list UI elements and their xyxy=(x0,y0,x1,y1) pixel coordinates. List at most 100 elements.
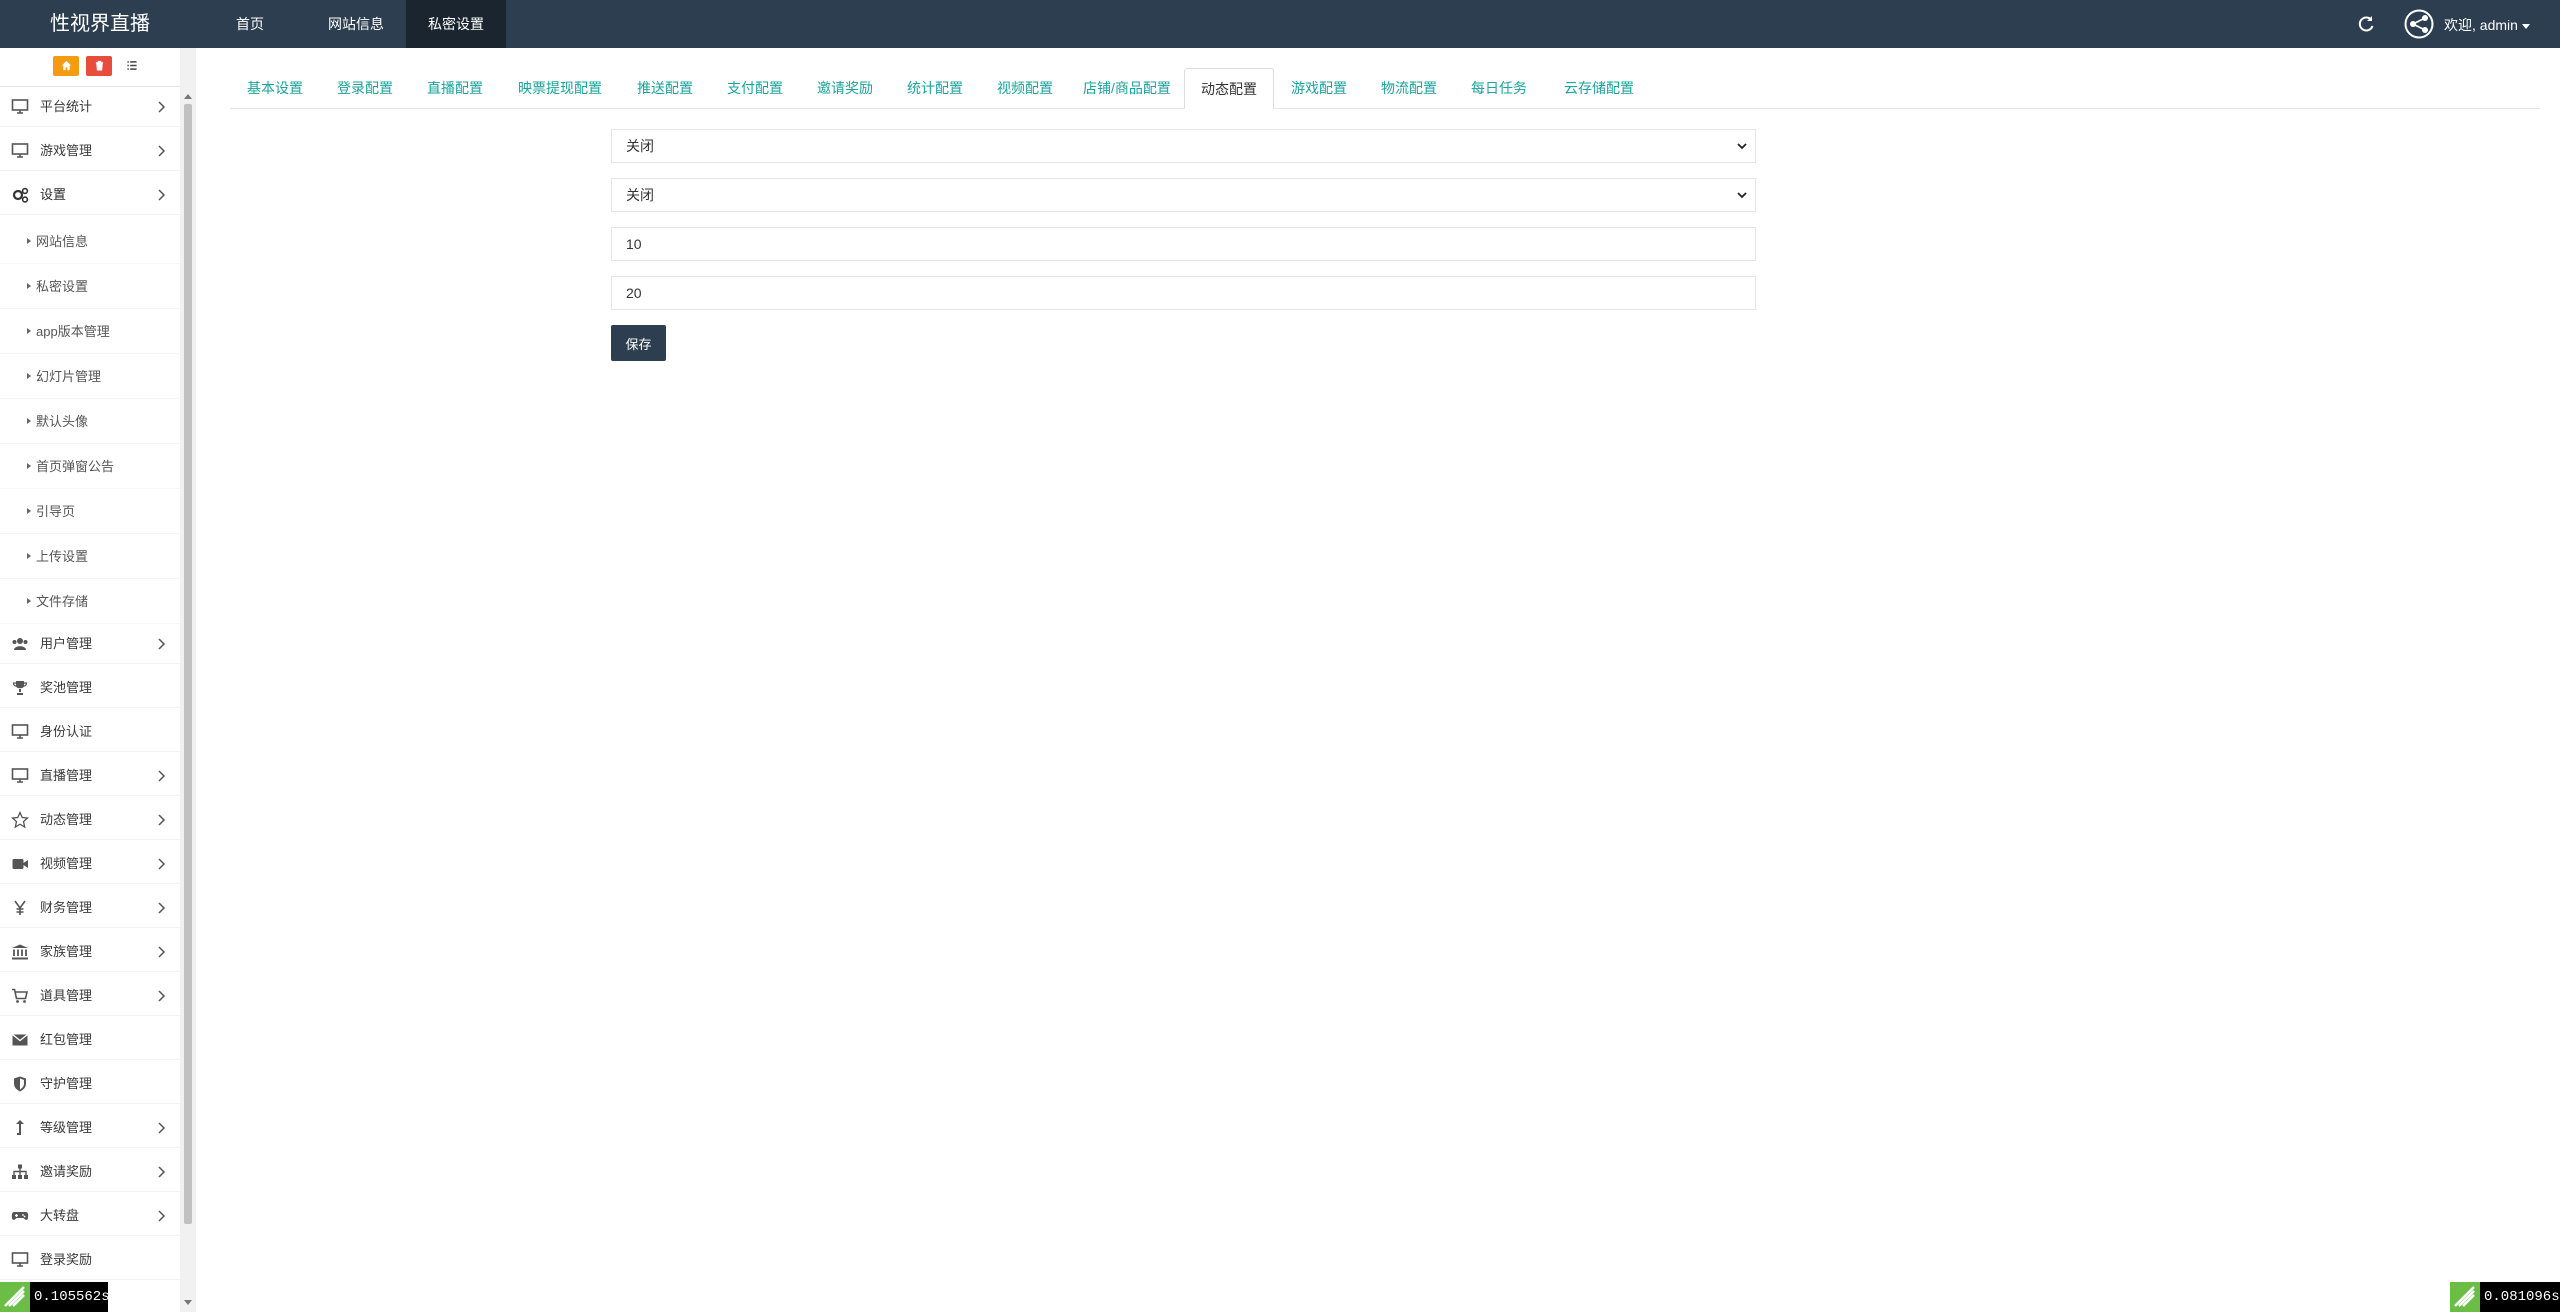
brand-logo-text[interactable]: 性视界直播 xyxy=(0,0,200,48)
settings-tab-7[interactable]: 统计配置 xyxy=(890,68,980,108)
topnav-home[interactable]: 首页 xyxy=(218,0,282,48)
scrollbar-thumb[interactable] xyxy=(184,104,192,1224)
list-shortcut-button[interactable] xyxy=(119,56,145,76)
debug-time-right: 0.081096s xyxy=(2484,1289,2560,1305)
sidebar-item-4[interactable]: 奖池管理 xyxy=(0,668,180,708)
refresh-icon[interactable] xyxy=(2356,14,2376,34)
sidebar-icon-wrap xyxy=(10,142,30,160)
sidebar-item-label: 登录奖励 xyxy=(40,1252,93,1267)
sidebar-subitem-0[interactable]: 网站信息 xyxy=(0,219,180,264)
sidebar-icon-wrap xyxy=(10,767,30,785)
sidebar-item-15[interactable]: 邀请奖励 xyxy=(0,1152,180,1192)
topnav-site-info[interactable]: 网站信息 xyxy=(316,0,396,48)
debug-time-left: 0.105562s xyxy=(34,1289,110,1305)
settings-tab-9[interactable]: 店铺/商品配置 xyxy=(1070,68,1184,108)
settings-tab-14[interactable]: 云存储配置 xyxy=(1544,68,1654,108)
sidebar-subitem-5[interactable]: 首页弹窗公告 xyxy=(0,444,180,489)
list-icon xyxy=(127,61,137,70)
desktop-icon xyxy=(11,724,29,739)
topnav-private-settings[interactable]: 私密设置 xyxy=(406,0,506,48)
sidebar-subitem-label: 引导页 xyxy=(36,504,76,519)
sidebar-icon-wrap xyxy=(10,899,30,917)
sidebar-item-6[interactable]: 直播管理 xyxy=(0,756,180,796)
settings-tab-13[interactable]: 每日任务 xyxy=(1454,68,1544,108)
sidebar-item-12[interactable]: 红包管理 xyxy=(0,1020,180,1060)
sidebar-item-7[interactable]: 动态管理 xyxy=(0,800,180,840)
settings-tab-6[interactable]: 邀请奖励 xyxy=(800,68,890,108)
chevron-right-icon xyxy=(158,902,166,914)
settings-tab-8[interactable]: 视频配置 xyxy=(980,68,1070,108)
thinkphp-logo-icon xyxy=(0,1282,30,1312)
chevron-right-icon xyxy=(158,1122,166,1134)
sidebar-subitem-6[interactable]: 引导页 xyxy=(0,489,180,534)
settings-tab-12[interactable]: 物流配置 xyxy=(1364,68,1454,108)
settings-tab-4[interactable]: 推送配置 xyxy=(620,68,710,108)
sidebar-item-11[interactable]: 道具管理 xyxy=(0,976,180,1016)
user-menu-dropdown[interactable]: 欢迎, admin xyxy=(2444,0,2530,48)
scroll-up-arrow-icon[interactable] xyxy=(184,94,192,99)
caret-right-icon xyxy=(27,508,31,514)
envelope-icon xyxy=(12,1033,28,1046)
sidebar-item-8[interactable]: 视频管理 xyxy=(0,844,180,884)
sidebar-item-label: 身份认证 xyxy=(40,724,93,739)
caret-right-icon xyxy=(27,283,31,289)
sidebar-icon-wrap xyxy=(10,1119,30,1137)
chevron-down-icon xyxy=(1737,143,1747,150)
sidebar-subitem-3[interactable]: 幻灯片管理 xyxy=(0,354,180,399)
share-avatar-icon[interactable] xyxy=(2404,9,2434,39)
sidebar-item-2[interactable]: 设置 xyxy=(0,175,180,215)
settings-tab-1[interactable]: 登录配置 xyxy=(320,68,410,108)
sidebar-item-label: 家族管理 xyxy=(40,944,93,959)
sidebar-item-14[interactable]: 等级管理 xyxy=(0,1108,180,1148)
sidebar-subitem-1[interactable]: 私密设置 xyxy=(0,264,180,309)
like-weight-input[interactable] xyxy=(611,276,1756,310)
shield-icon xyxy=(14,1076,26,1092)
save-button[interactable]: 保存 xyxy=(611,325,666,361)
user-greeting: 欢迎, admin xyxy=(2444,17,2518,33)
chevron-down-icon xyxy=(1737,192,1747,199)
settings-tab-5[interactable]: 支付配置 xyxy=(710,68,800,108)
debug-timer-right[interactable]: 0.081096s xyxy=(2450,1282,2560,1312)
sidebar-shortcuts xyxy=(0,48,190,87)
sidebar-subitem-7[interactable]: 上传设置 xyxy=(0,534,180,579)
sidebar-subitem-2[interactable]: app版本管理 xyxy=(0,309,180,354)
settings-tab-10[interactable]: 动态配置 xyxy=(1184,68,1274,109)
home-icon xyxy=(61,60,71,71)
cart-icon xyxy=(12,988,29,1003)
sidebar-item-0[interactable]: 平台统计 xyxy=(0,87,180,127)
sidebar-item-label: 财务管理 xyxy=(40,900,93,915)
sidebar-item-16[interactable]: 大转盘 xyxy=(0,1196,180,1236)
dynamic-review-select[interactable]: 关闭 xyxy=(611,178,1756,212)
dynamic-auth-select[interactable]: 关闭 xyxy=(611,129,1756,163)
sidebar-icon-wrap xyxy=(10,1207,30,1225)
dynamic-review-value: 关闭 xyxy=(626,187,654,203)
sidebar-item-10[interactable]: 家族管理 xyxy=(0,932,180,972)
sidebar-item-13[interactable]: 守护管理 xyxy=(0,1064,180,1104)
level-up-icon xyxy=(16,1120,24,1135)
caret-right-icon xyxy=(27,418,31,424)
sidebar-item-17[interactable]: 登录奖励 xyxy=(0,1240,180,1280)
sidebar-icon-wrap xyxy=(10,987,30,1005)
caret-right-icon xyxy=(27,328,31,334)
settings-tab-11[interactable]: 游戏配置 xyxy=(1274,68,1364,108)
trash-shortcut-button[interactable] xyxy=(86,56,112,76)
sidebar-item-3[interactable]: 用户管理 xyxy=(0,624,180,664)
settings-tab-2[interactable]: 直播配置 xyxy=(410,68,500,108)
sidebar-subitem-8[interactable]: 文件存储 xyxy=(0,579,180,624)
sidebar-item-1[interactable]: 游戏管理 xyxy=(0,131,180,171)
trophy-icon xyxy=(12,681,28,695)
settings-tab-3[interactable]: 映票提现配置 xyxy=(500,68,620,108)
comment-weight-input[interactable] xyxy=(611,227,1756,261)
sidebar-item-9[interactable]: 财务管理 xyxy=(0,888,180,928)
debug-timer-left[interactable]: 0.105562s xyxy=(0,1282,110,1312)
sidebar-item-5[interactable]: 身份认证 xyxy=(0,712,180,752)
sidebar-subitem-4[interactable]: 默认头像 xyxy=(0,399,180,444)
settings-tab-0[interactable]: 基本设置 xyxy=(230,68,320,108)
sidebar-scrollbar[interactable] xyxy=(180,48,196,1312)
home-shortcut-button[interactable] xyxy=(53,56,79,76)
chevron-right-icon xyxy=(158,638,166,650)
sidebar-icon-wrap xyxy=(10,943,30,961)
sidebar-icon-wrap xyxy=(10,811,30,829)
chevron-right-icon xyxy=(158,814,166,826)
scroll-down-arrow-icon[interactable] xyxy=(184,1300,192,1305)
